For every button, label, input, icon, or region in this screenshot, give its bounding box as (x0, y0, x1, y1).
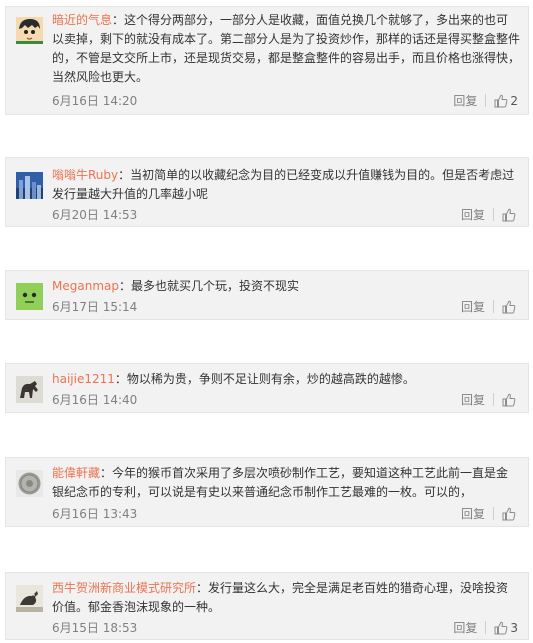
comment-card: Meganmap：最多也就买几个玩，投资不现实 6月17日 15:14 回复 (5, 270, 529, 320)
comment-text: 物以稀为贵，争则不足让则有余，炒的越高跌的越惨。 (126, 372, 415, 386)
divider (493, 507, 494, 520)
divider (493, 393, 494, 406)
user-avatar[interactable] (16, 376, 43, 403)
divider (485, 621, 487, 634)
comment-actions: 回复 (461, 206, 518, 223)
comment-content: 暗近的气息：这个得分两部分，一部分人是收藏，面值兑换几个就够了，多出来的也可以卖… (52, 13, 521, 84)
comment-card: 嗡嗡牛Ruby：当初简单的以收藏纪念为目的已经变成以升值赚钱为目的。但是否考虑过… (5, 157, 529, 227)
comment-text: 最多也就买几个玩，投资不现实 (131, 279, 300, 293)
bird-avatar-icon (16, 585, 43, 612)
comment-actions: 回复 2 (453, 92, 518, 109)
comment-card: 能偉軒藏：今年的猴币首次采用了多层次喷砂制作工艺，要知道这种工艺此前一直是金银纪… (5, 457, 529, 527)
like-button[interactable] (502, 393, 518, 407)
like-button[interactable]: 2 (494, 94, 518, 108)
comment-content: 西牛贺洲新商业模式研究所：发行量这么大，完全是满足老百姓的猎奇心理，没啥投资价值… (52, 581, 509, 614)
reply-button[interactable]: 回复 (461, 298, 485, 315)
comment-content: 嗡嗡牛Ruby：当初简单的以收藏纪念为目的已经变成以升值赚钱为目的。但是否考虑过… (52, 168, 515, 201)
green-robot-avatar-icon (16, 283, 43, 310)
comment-actions: 回复 (461, 298, 518, 315)
divider (493, 208, 494, 221)
comment-content: 能偉軒藏：今年的猴币首次采用了多层次喷砂制作工艺，要知道这种工艺此前一直是金银纪… (52, 466, 509, 499)
like-button[interactable]: 3 (494, 621, 518, 635)
comment-actions: 回复 3 (453, 619, 518, 636)
thumbs-up-icon (502, 507, 516, 520)
divider (485, 94, 487, 107)
thumbs-up-icon (494, 621, 508, 634)
user-avatar[interactable] (16, 585, 43, 612)
like-button[interactable] (502, 507, 518, 521)
coin-avatar-icon (16, 470, 43, 497)
comment-actions: 回复 (461, 391, 518, 408)
like-button[interactable] (502, 300, 518, 314)
comment-actions: 回复 (461, 505, 518, 522)
reply-button[interactable]: 回复 (453, 92, 477, 109)
username[interactable]: 西牛贺洲新商业模式研究所 (52, 581, 196, 595)
username[interactable]: 暗近的气息 (52, 13, 112, 27)
reply-button[interactable]: 回复 (461, 391, 485, 408)
thumbs-up-icon (502, 208, 516, 221)
horse-avatar-icon (16, 376, 43, 403)
comment-card: haijie1211：物以稀为贵，争则不足让则有余，炒的越高跌的越惨。 6月16… (5, 363, 529, 413)
comment-time: 6月16日 13:43 (52, 507, 138, 521)
user-avatar[interactable] (16, 172, 43, 199)
city-skyline-avatar-icon (16, 172, 43, 199)
comment-time: 6月15日 18:53 (52, 621, 138, 635)
like-button[interactable] (502, 208, 518, 222)
comment-content: Meganmap：最多也就买几个玩，投资不现实 (52, 279, 300, 293)
cartoon-boy-avatar-icon (16, 17, 43, 44)
comment-time: 6月20日 14:53 (52, 208, 138, 222)
username[interactable]: haijie1211 (52, 372, 115, 386)
username[interactable]: 嗡嗡牛Ruby (52, 168, 118, 182)
comment-time: 6月16日 14:40 (52, 393, 138, 407)
username[interactable]: Meganmap (52, 279, 119, 293)
like-count: 3 (510, 620, 518, 635)
reply-button[interactable]: 回复 (461, 505, 485, 522)
reply-button[interactable]: 回复 (453, 619, 477, 636)
comment-time: 6月17日 15:14 (52, 300, 138, 314)
thumbs-up-icon (494, 94, 508, 107)
like-count: 2 (510, 93, 518, 108)
comment-text: 今年的猴币首次采用了多层次喷砂制作工艺，要知道这种工艺此前一直是金银纪念币的专利… (52, 466, 509, 499)
comment-time: 6月16日 14:20 (52, 94, 138, 108)
user-avatar[interactable] (16, 283, 43, 310)
reply-button[interactable]: 回复 (461, 206, 485, 223)
thumbs-up-icon (502, 300, 516, 313)
user-avatar[interactable] (16, 17, 43, 44)
user-avatar[interactable] (16, 470, 43, 497)
comment-content: haijie1211：物以稀为贵，争则不足让则有余，炒的越高跌的越惨。 (52, 372, 415, 386)
divider (493, 300, 494, 313)
thumbs-up-icon (502, 393, 516, 406)
comment-card: 暗近的气息：这个得分两部分，一部分人是收藏，面值兑换几个就够了，多出来的也可以卖… (5, 6, 529, 115)
comment-card: 西牛贺洲新商业模式研究所：发行量这么大，完全是满足老百姓的猎奇心理，没啥投资价值… (5, 572, 529, 640)
username[interactable]: 能偉軒藏 (52, 466, 100, 480)
